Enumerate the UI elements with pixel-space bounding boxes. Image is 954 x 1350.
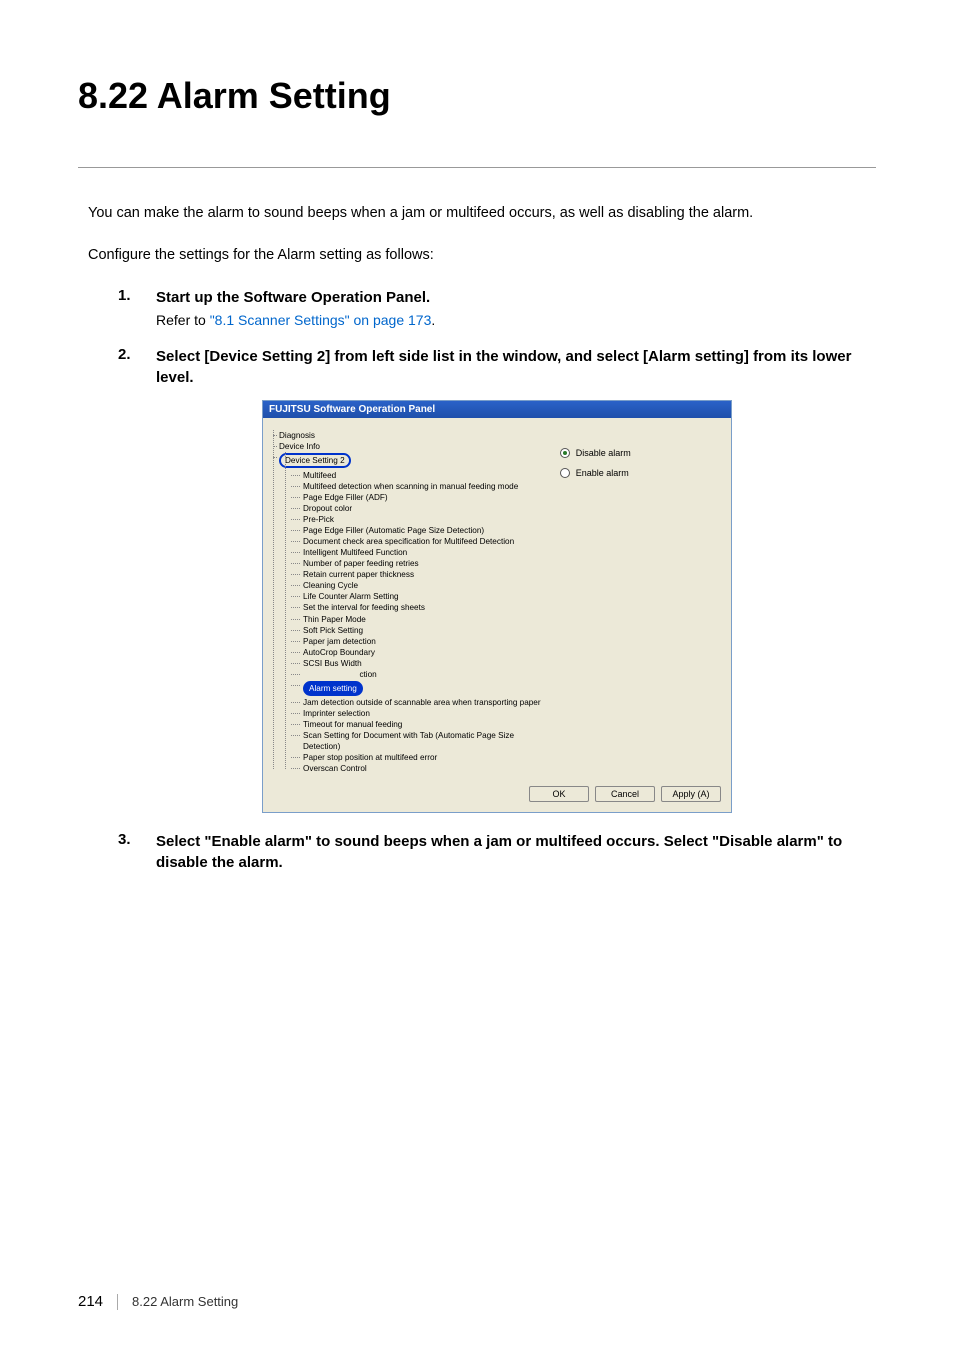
apply-button[interactable]: Apply (A) [661,786,721,802]
tree-item[interactable]: Cleaning Cycle [297,580,542,591]
tree-item[interactable]: Paper stop position at multifeed error [297,752,542,763]
step-sub-prefix: Refer to [156,312,210,328]
footer-divider [117,1294,118,1310]
tree-item-diagnosis[interactable]: Diagnosis [273,430,542,441]
step-number: 3. [118,831,156,848]
operation-panel-dialog: FUJITSU Software Operation Panel Diagnos… [262,400,732,814]
tree-item[interactable]: Set the interval for feeding sheets [297,602,542,613]
tree-item[interactable]: Page Edge Filler (ADF) [297,492,542,503]
tree-item[interactable]: Multifeed [297,470,542,481]
tree-item[interactable]: Paper jam detection [297,636,542,647]
steps-list: 1. Start up the Software Operation Panel… [118,287,876,874]
step-2: 2. Select [Device Setting 2] from left s… [118,346,876,814]
settings-tree-panel: Diagnosis Device Info Device Setting 2 M… [273,430,542,775]
tree-item[interactable]: Overscan Control [297,763,542,774]
tree-item[interactable]: Document check area specification for Mu… [297,536,542,547]
tree-item[interactable]: Pre-Pick [297,514,542,525]
tree-item[interactable]: Page Edge Filler (Automatic Page Size De… [297,525,542,536]
radio-icon [560,448,570,458]
step-number: 2. [118,346,156,363]
step-title: Start up the Software Operation Panel. [156,287,876,308]
tree-root: Diagnosis Device Info Device Setting 2 M… [273,430,542,775]
tree-item[interactable]: Jam detection outside of scannable area … [297,697,542,708]
alarm-setting-highlight[interactable]: Alarm setting [303,681,363,696]
cross-reference-link[interactable]: "8.1 Scanner Settings" on page 173 [210,312,432,328]
radio-label: Disable alarm [576,448,631,458]
tree-item[interactable]: Dropout color [297,503,542,514]
tree-item[interactable]: SCSI Bus Width [297,658,542,669]
footer-section-title: 8.22 Alarm Setting [132,1294,238,1309]
tree-item[interactable]: Retain current paper thickness [297,569,542,580]
page-number: 214 [78,1293,103,1310]
tree-item[interactable]: Timeout for manual feeding [297,719,542,730]
step-title: Select [Device Setting 2] from left side… [156,346,876,388]
cancel-button[interactable]: Cancel [595,786,655,802]
step-sub-suffix: . [431,312,435,328]
alarm-radio-panel: Disable alarm Enable alarm [542,430,721,775]
tree-item-alarm-setting[interactable]: Alarm setting [297,680,542,697]
dialog-screenshot: FUJITSU Software Operation Panel Diagnos… [118,400,876,814]
tree-item[interactable]: Intelligent Multifeed Function [297,547,542,558]
intro-paragraph-1: You can make the alarm to sound beeps wh… [88,203,876,225]
step-subtext: Refer to "8.1 Scanner Settings" on page … [156,312,876,328]
tree-item[interactable]: Thin Paper Mode [297,614,542,625]
tree-sub-list: MultifeedMultifeed detection when scanni… [279,470,542,775]
tree-item[interactable]: Multifeed detection when scanning in man… [297,481,542,492]
heading-divider [78,167,876,168]
tree-item[interactable]: AutoCrop Boundary [297,647,542,658]
step-number: 1. [118,287,156,304]
ok-button[interactable]: OK [529,786,589,802]
tree-item[interactable]: Life Counter Alarm Setting [297,591,542,602]
tree-item[interactable]: Soft Pick Setting [297,625,542,636]
tree-item-device-info[interactable]: Device Info [273,441,542,452]
tree-item[interactable]: Scan Setting for Document with Tab (Auto… [297,730,542,752]
step-1: 1. Start up the Software Operation Panel… [118,287,876,328]
dialog-button-row: OK Cancel Apply (A) [263,780,731,812]
page-footer: 214 8.22 Alarm Setting [78,1293,238,1310]
page-heading: 8.22 Alarm Setting [78,75,876,117]
step-title: Select "Enable alarm" to sound beeps whe… [156,831,876,873]
radio-enable-alarm[interactable]: Enable alarm [560,468,721,478]
radio-disable-alarm[interactable]: Disable alarm [560,448,721,458]
tree-item[interactable]: Imprinter selection [297,708,542,719]
device-setting-2-highlight[interactable]: Device Setting 2 [279,453,351,468]
step-3: 3. Select "Enable alarm" to sound beeps … [118,831,876,873]
dialog-titlebar: FUJITSU Software Operation Panel [263,401,731,418]
radio-label: Enable alarm [576,468,629,478]
tree-item[interactable]: Auto color Detection [297,669,542,680]
intro-paragraph-2: Configure the settings for the Alarm set… [88,245,876,267]
radio-icon [560,468,570,478]
tree-item-device-setting[interactable]: Device Setting 2 MultifeedMultifeed dete… [273,452,542,775]
tree-item[interactable]: Number of paper feeding retries [297,558,542,569]
